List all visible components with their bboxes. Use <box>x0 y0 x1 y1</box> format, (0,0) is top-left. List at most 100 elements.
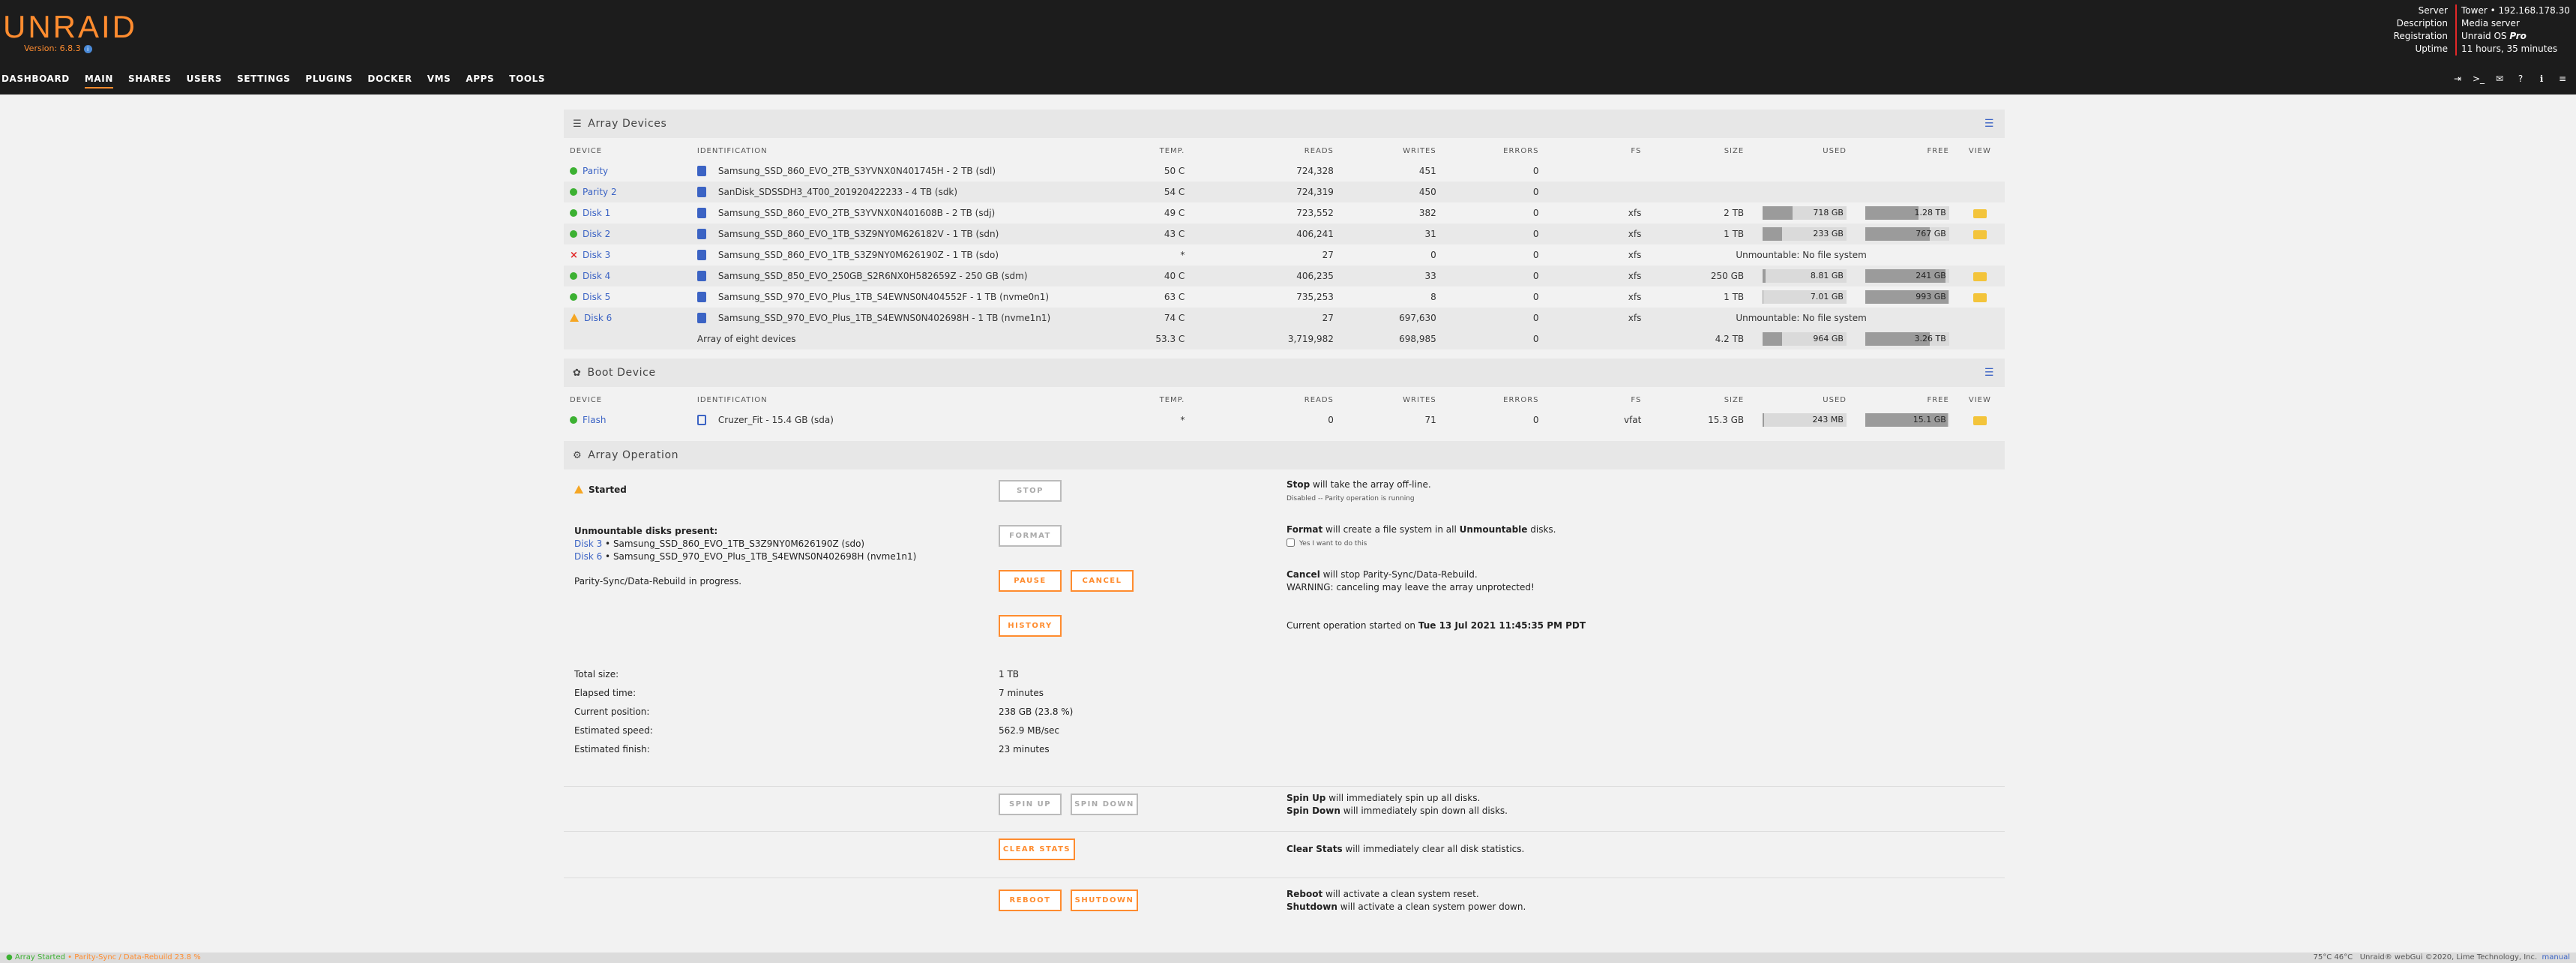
sync-status-text: Parity-Sync/Data-Rebuild in progress. <box>574 576 742 586</box>
table-row: Parity Samsung_SSD_860_EVO_2TB_S3YVNX0N40… <box>564 160 2005 182</box>
stat-value: 23 minutes <box>999 744 1050 754</box>
stat-label: Total size: <box>574 669 619 680</box>
power-description: Reboot will activate a clean system rese… <box>1287 889 1526 912</box>
device-link[interactable]: Disk 4 <box>583 271 610 281</box>
clear-stats-button[interactable]: CLEAR STATS <box>999 838 1075 860</box>
device-fs: xfs <box>1628 250 1642 260</box>
device-size <box>1647 182 1751 202</box>
hard-drive-icon <box>696 292 706 302</box>
nav-settings[interactable]: SETTINGS <box>237 74 290 88</box>
table-row: × Disk 3 Samsung_SSD_860_EVO_1TB_S3Z9NY0M6… <box>564 244 2005 266</box>
stop-description: Stop will take the array off-line. Disabl… <box>1287 479 1431 502</box>
view-folder-icon[interactable] <box>1972 230 1987 239</box>
device-link[interactable]: Flash <box>583 415 606 425</box>
status-ok-icon <box>570 272 577 280</box>
device-temp: 63 C <box>1164 292 1185 302</box>
hard-drive-icon <box>696 229 706 239</box>
spin-up-button[interactable]: SPIN UP <box>999 794 1062 815</box>
boot-device-table: DEVICE IDENTIFICATION TEMP. READS WRITES ERRO… <box>564 390 2005 430</box>
table-row: Disk 5 Samsung_SSD_970_EVO_Plus_1TB_S4EWN… <box>564 286 2005 308</box>
device-link[interactable]: Parity <box>583 166 608 176</box>
device-identification: Samsung_SSD_860_EVO_1TB_S3Z9NY0M626190Z … <box>717 250 999 260</box>
column-header: WRITES <box>1403 395 1436 404</box>
terminal-icon[interactable]: >_ <box>2468 74 2489 84</box>
device-identification: Samsung_SSD_860_EVO_2TB_S3YVNX0N401745H … <box>717 166 996 176</box>
operation-started: Current operation started on Tue 13 Jul … <box>1287 620 1586 631</box>
nav-dashboard[interactable]: DASHBOARD <box>1 74 70 88</box>
logout-icon[interactable]: ⇥ <box>2447 74 2468 84</box>
info-icon[interactable]: ℹ <box>2531 74 2552 84</box>
log-icon[interactable]: ≡ <box>2552 74 2573 84</box>
device-link[interactable]: Disk 2 <box>583 229 610 239</box>
nav-docker[interactable]: DOCKER <box>367 74 412 88</box>
device-size: 15.3 GB <box>1708 415 1745 425</box>
device-size: 2 TB <box>1724 208 1745 218</box>
server-info-row: Server Tower • 192.168.178.30 <box>2339 4 2576 17</box>
device-errors: 0 <box>1532 208 1539 218</box>
device-link[interactable]: Parity 2 <box>583 187 617 197</box>
nav-vms[interactable]: VMS <box>427 74 451 88</box>
spin-description: Spin Up will immediately spin up all dis… <box>1287 793 1508 816</box>
main-content: ☰ Array Devices ☰ DEVICE IDENTIFICATION TEMP… <box>564 110 2005 963</box>
device-link[interactable]: Disk 6 <box>584 313 612 323</box>
server-info-value: Unraid OS Pro <box>2455 30 2527 43</box>
shutdown-button[interactable]: SHUTDOWN <box>1071 890 1138 911</box>
server-info-row: Uptime 11 hours, 35 minutes <box>2339 43 2576 56</box>
nav-plugins[interactable]: PLUGINS <box>305 74 352 88</box>
cancel-button[interactable]: CANCEL <box>1071 570 1134 592</box>
nav-apps[interactable]: APPS <box>466 74 494 88</box>
status-ok-icon <box>570 293 577 301</box>
array-status-footer: ● Array Started • Parity-Sync / Data-Reb… <box>6 953 201 962</box>
device-temp: 49 C <box>1164 208 1185 218</box>
server-info-row: Description Media server <box>2339 17 2576 30</box>
unraid-logo[interactable]: UNRAID <box>3 9 137 45</box>
unmountable-device-link[interactable]: Disk 3 <box>574 538 602 549</box>
manual-link[interactable]: manual <box>2542 953 2570 962</box>
view-folder-icon[interactable] <box>1972 292 1987 302</box>
device-fs: vfat <box>1623 415 1642 425</box>
nav-tools[interactable]: TOOLS <box>509 74 545 88</box>
device-temp: * <box>1180 415 1185 425</box>
view-folder-icon[interactable] <box>1972 208 1987 218</box>
help-icon[interactable]: ? <box>2510 74 2531 84</box>
nav-shares[interactable]: SHARES <box>128 74 172 88</box>
boot-device-header: ✿ Boot Device ☰ <box>564 358 2005 387</box>
unmountable-device-link[interactable]: Disk 6 <box>574 551 602 562</box>
reboot-button[interactable]: REBOOT <box>999 890 1062 911</box>
column-header: IDENTIFICATION <box>696 146 768 155</box>
server-info: Server Tower • 192.168.178.30 Description M… <box>2339 4 2576 56</box>
view-folder-icon[interactable] <box>1972 416 1987 425</box>
table-row: Disk 6 Samsung_SSD_970_EVO_Plus_1TB_S4EWN… <box>564 308 2005 328</box>
device-link[interactable]: Disk 3 <box>583 250 610 260</box>
table-row: Disk 1 Samsung_SSD_860_EVO_2TB_S3YVNX0N40… <box>564 202 2005 224</box>
total-writes: 698,985 <box>1339 328 1442 350</box>
format-confirm-checkbox[interactable] <box>1287 538 1295 547</box>
history-button[interactable]: HISTORY <box>999 615 1062 637</box>
array-devices-header: ☰ Array Devices ☰ <box>564 110 2005 138</box>
view-folder-icon[interactable] <box>1972 272 1987 281</box>
main-nav: DASHBOARD MAIN SHARES USERS SETTINGS PLUGINS D… <box>1 74 560 88</box>
free-bar: 15.1 GB <box>1865 413 1949 427</box>
spin-down-button[interactable]: SPIN DOWN <box>1071 794 1138 815</box>
temperature-readout: 75°C 46°C <box>2313 953 2353 962</box>
status-ok-icon <box>570 188 577 196</box>
format-button[interactable]: FORMAT <box>999 525 1062 547</box>
pause-button[interactable]: PAUSE <box>999 570 1062 592</box>
array-header-row: DEVICE IDENTIFICATION TEMP. READS WRITES ERRO… <box>564 141 2005 160</box>
stop-button[interactable]: STOP <box>999 480 1062 502</box>
nav-main[interactable]: MAIN <box>84 74 113 88</box>
nav-users[interactable]: USERS <box>187 74 222 88</box>
device-link[interactable]: Disk 5 <box>583 292 610 302</box>
device-link[interactable]: Disk 1 <box>583 208 610 218</box>
toggle-view-icon[interactable]: ☰ <box>1984 358 1994 387</box>
used-bar: 8.81 GB <box>1762 269 1847 283</box>
info-icon[interactable]: i <box>83 45 92 53</box>
device-writes: 697,630 <box>1339 308 1442 328</box>
footer-right: 75°C 46°C Unraid® webGui ©2020, Lime Tec… <box>2313 953 2570 962</box>
feedback-icon[interactable]: ✉ <box>2489 74 2510 84</box>
device-errors: 0 <box>1442 308 1545 328</box>
gear-icon: ⚙ <box>573 450 583 461</box>
format-description: Format will create a file system in all … <box>1287 524 1556 548</box>
unmountable-status: Unmountable: No file system <box>1736 250 1867 260</box>
toggle-view-icon[interactable]: ☰ <box>1984 110 1994 138</box>
